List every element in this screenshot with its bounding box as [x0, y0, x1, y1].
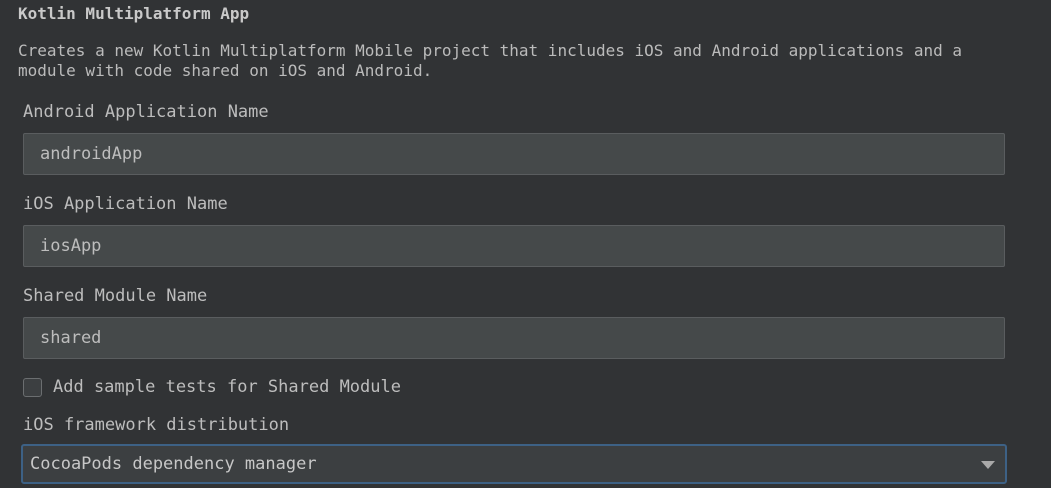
android-app-name-field[interactable]: androidApp [23, 133, 1005, 175]
ios-app-name-label: iOS Application Name [23, 194, 228, 214]
sample-tests-option[interactable]: Add sample tests for Shared Module [23, 376, 401, 398]
ios-distribution-label: iOS framework distribution [23, 415, 290, 435]
sample-tests-checkbox[interactable] [23, 377, 42, 397]
shared-module-name-field[interactable]: shared [23, 317, 1005, 359]
ios-app-name-value: iosApp [40, 236, 102, 256]
android-app-name-label: Android Application Name [23, 102, 269, 122]
android-app-name-value: androidApp [40, 144, 143, 164]
sample-tests-label[interactable]: Add sample tests for Shared Module [53, 377, 401, 397]
shared-module-name-label: Shared Module Name [23, 286, 208, 306]
shared-module-name-value: shared [40, 328, 102, 348]
ios-distribution-select[interactable]: CocoaPods dependency manager [21, 444, 1007, 484]
chevron-down-icon[interactable] [981, 461, 995, 469]
page-description: Creates a new Kotlin Multiplatform Mobil… [18, 41, 963, 80]
ios-app-name-field[interactable]: iosApp [23, 225, 1005, 267]
page-title: Kotlin Multiplatform App [18, 4, 250, 23]
ios-distribution-value: CocoaPods dependency manager [30, 454, 317, 474]
